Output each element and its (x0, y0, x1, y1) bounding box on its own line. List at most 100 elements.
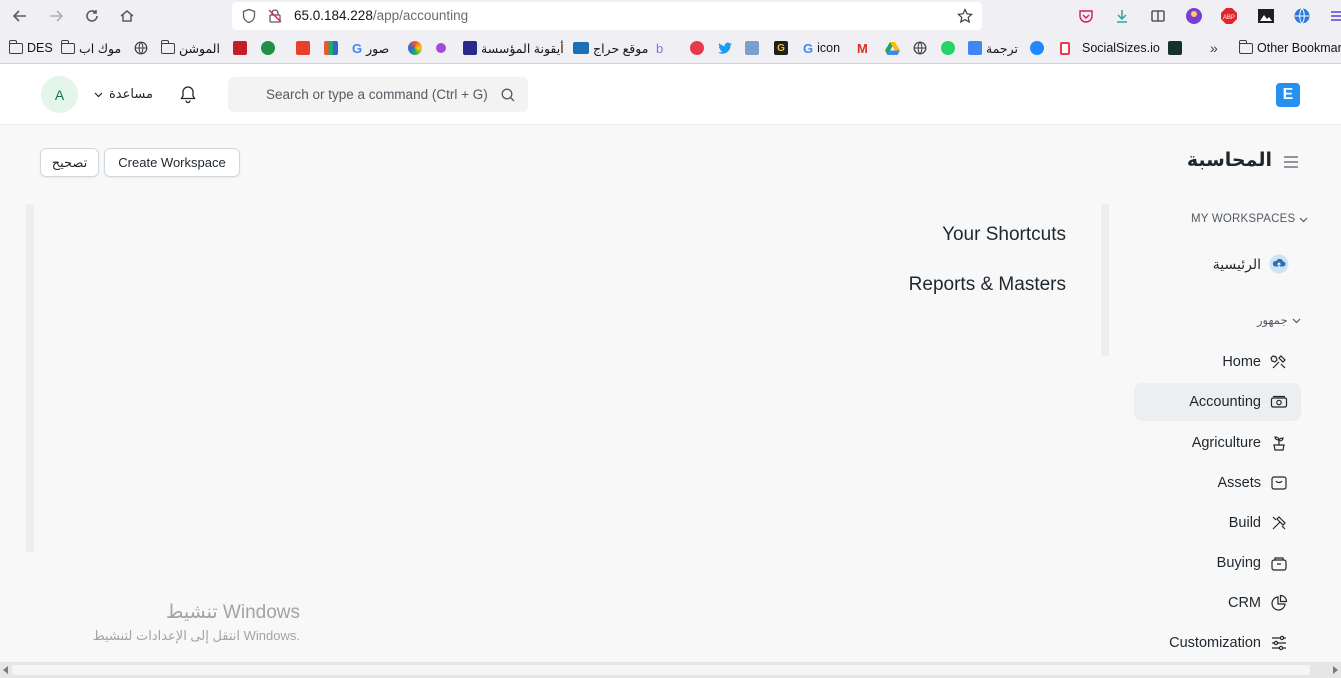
download-icon[interactable] (1112, 6, 1132, 26)
menu-icon[interactable] (1326, 6, 1341, 26)
money-icon (1270, 393, 1288, 411)
folder-icon (8, 39, 23, 54)
bookmark-mockup[interactable]: موك اب (60, 39, 121, 57)
bookmark-purple[interactable] (436, 39, 446, 57)
reader-view-icon[interactable] (1148, 6, 1168, 26)
bookmark-des[interactable]: DES (8, 39, 53, 57)
chevron-down-icon (94, 92, 103, 97)
sidebar-item-build[interactable]: Build (1134, 504, 1301, 542)
my-workspaces-header[interactable]: MY WORKSPACES (1191, 213, 1308, 225)
bookmarks-overflow[interactable]: » (1210, 39, 1218, 57)
sidebar-item-customization[interactable]: Customization (1134, 624, 1301, 662)
windows-activation-title: تنشيط Windows (165, 602, 300, 623)
bookmark-colorful[interactable] (408, 39, 422, 57)
shield-icon[interactable] (240, 7, 258, 25)
sidebar-item-agriculture[interactable]: Agriculture (1134, 424, 1301, 462)
bookmark-drive[interactable] (885, 39, 900, 57)
sidebar-item-accounting[interactable]: Accounting (1134, 383, 1301, 421)
url-bar[interactable]: 65.0.184.228/app/accounting (232, 2, 982, 30)
app-logo[interactable]: E (1276, 83, 1300, 107)
app-navbar: A مساعدة Search or type a command (Ctrl … (0, 64, 1341, 125)
cloud-upload-icon (1269, 254, 1289, 274)
sidebar-item-label: Buying (1216, 555, 1261, 571)
bookmark-images[interactable]: G صور (352, 39, 389, 57)
reload-icon[interactable] (81, 5, 103, 27)
bookmark-icon-search[interactable]: Gicon (803, 39, 840, 57)
bookmark-whatsapp[interactable] (941, 39, 955, 57)
bookmark-grammarly[interactable]: G (774, 39, 788, 57)
bookmark-red[interactable] (296, 39, 310, 57)
sidebar-item-home-ar[interactable]: الرئيسية (1134, 245, 1301, 283)
search-bar[interactable]: Search or type a command (Ctrl + G) (228, 77, 528, 112)
sidebar-item-home[interactable]: Home (1134, 343, 1301, 381)
notification-bell-icon[interactable] (178, 84, 198, 104)
scroll-left-icon[interactable] (2, 666, 10, 674)
sidebar-item-label: Assets (1217, 475, 1261, 491)
bookmark-org-icon[interactable]: أيقونة المؤسسة (463, 39, 564, 57)
bookmark-heart[interactable] (690, 39, 704, 57)
bookmark-motion[interactable]: الموشن (160, 39, 220, 57)
bookmark-label: موقع حراج (593, 41, 649, 56)
bookmark-b[interactable]: b (656, 39, 663, 57)
plant-icon (1270, 434, 1288, 452)
content-left-border (26, 204, 34, 552)
url-path: /app/accounting (372, 8, 469, 23)
back-icon[interactable] (9, 5, 31, 27)
books-icon (324, 41, 338, 55)
avatar[interactable]: A (41, 76, 78, 113)
bookmarks-bar: DES موك اب الموشن G صور أيقونة المؤسسة مو… (0, 34, 1341, 62)
url-text: 65.0.184.228/app/accounting (294, 8, 468, 23)
insecure-lock-icon[interactable] (266, 7, 284, 25)
chevron-down-icon (1292, 318, 1300, 323)
bookmark-socialsizes[interactable]: SocialSizes.io (1060, 39, 1160, 57)
globe-icon (913, 41, 927, 55)
bookmark-label: SocialSizes.io (1082, 41, 1160, 55)
scrollbar-thumb[interactable] (12, 665, 1310, 675)
bookmark-green[interactable] (261, 39, 275, 57)
sliders-icon (1270, 634, 1288, 652)
help-dropdown[interactable]: مساعدة (94, 86, 153, 102)
page-title: المحاسبة (1186, 150, 1272, 171)
sidebar-item-crm[interactable]: CRM (1134, 584, 1301, 622)
browser-chrome: 65.0.184.228/app/accounting ABP DES موك … (0, 0, 1341, 64)
sidebar-toggle-icon[interactable] (1284, 155, 1298, 168)
forward-icon[interactable] (45, 5, 67, 27)
home-icon[interactable] (116, 5, 138, 27)
bookmark-qr[interactable] (233, 39, 247, 57)
bookmark-gmail[interactable]: M (857, 39, 868, 57)
sidebar-item-label: Accounting (1189, 394, 1261, 410)
bookmark-twitter[interactable] (718, 39, 733, 57)
bookmark-globe-2[interactable] (913, 39, 927, 57)
bookmark-translate[interactable]: ترجمة (968, 39, 1018, 57)
scroll-right-icon[interactable] (1331, 666, 1339, 674)
color-wheel-icon (408, 41, 422, 55)
bookmark-deviant[interactable] (1168, 39, 1182, 57)
pocket-icon[interactable] (1076, 6, 1096, 26)
public-header[interactable]: جمهور (1257, 313, 1301, 327)
bookmark-star-icon[interactable] (956, 7, 974, 25)
create-workspace-button[interactable]: Create Workspace (104, 148, 240, 177)
socialsizes-icon (1060, 41, 1070, 55)
account-icon[interactable] (1184, 6, 1204, 26)
sidebar-item-label: CRM (1227, 595, 1261, 611)
bookmark-books[interactable] (324, 39, 338, 57)
sidebar-item-label: Build (1228, 515, 1261, 531)
bookmark-github[interactable] (1030, 39, 1044, 57)
horizontal-scrollbar[interactable] (0, 662, 1341, 678)
bookmark-haraj[interactable]: موقع حراج (573, 39, 648, 57)
bookmark-photo[interactable] (745, 39, 759, 57)
search-placeholder: Search or type a command (Ctrl + G) (266, 87, 488, 102)
bag-icon (1270, 554, 1288, 572)
sidebar-item-buying[interactable]: Buying (1134, 544, 1301, 582)
bookmark-globe[interactable] (134, 39, 148, 57)
adblock-icon[interactable]: ABP (1219, 6, 1239, 26)
bookmark-other[interactable]: Other Bookmarks (1238, 39, 1341, 57)
edit-button[interactable]: تصحيح (40, 148, 99, 177)
bookmark-label: صور (366, 41, 390, 56)
globe-extension-icon[interactable] (1292, 6, 1312, 26)
sidebar-item-assets[interactable]: Assets (1134, 464, 1301, 502)
box-icon (1270, 474, 1288, 492)
logo-letter: E (1282, 86, 1294, 103)
sidebar-item-label: Home (1222, 354, 1261, 370)
image-extension-icon[interactable] (1256, 6, 1276, 26)
